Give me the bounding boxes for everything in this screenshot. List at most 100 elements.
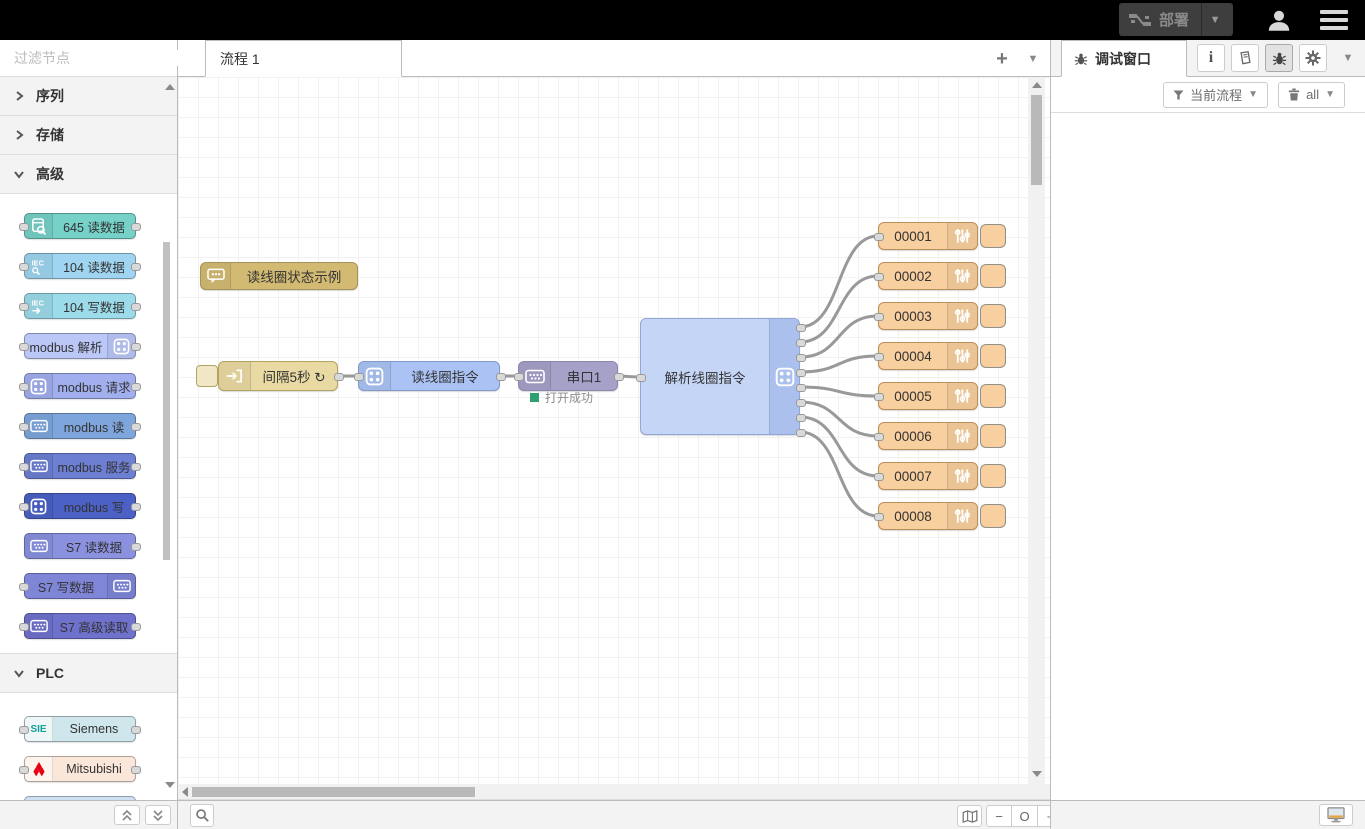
debug-input-port[interactable] [874, 433, 884, 441]
debug-input-port[interactable] [874, 313, 884, 321]
palette-scrollbar-thumb[interactable] [163, 242, 170, 560]
debug-node[interactable]: 00007 [878, 462, 978, 490]
debug-tab-button[interactable] [1265, 44, 1293, 72]
parser-output-port[interactable] [796, 369, 806, 377]
command-node[interactable]: 读线圈指令 [358, 361, 500, 391]
palette-node-104-write[interactable]: IEC 104 写数据 [24, 293, 136, 319]
debug-node[interactable]: 00003 [878, 302, 978, 330]
debug-input-port[interactable] [874, 473, 884, 481]
debug-toggle-button[interactable] [980, 384, 1006, 408]
serial-input-port[interactable] [514, 373, 524, 381]
category-advanced[interactable]: 高级 [0, 155, 177, 194]
parser-output-port[interactable] [796, 354, 806, 362]
parser-output-port[interactable] [796, 339, 806, 347]
palette-node-s7-read[interactable]: S7 读数据 [24, 533, 136, 559]
parser-node[interactable]: 解析线圈指令 [640, 318, 800, 435]
inject-button[interactable] [196, 365, 218, 387]
navigator-button[interactable] [957, 805, 982, 827]
help-tab-button[interactable] [1231, 44, 1259, 72]
scroll-down-icon[interactable] [1032, 771, 1042, 777]
main-menu-button[interactable] [1320, 8, 1352, 32]
palette-node-modbus-server[interactable]: modbus 服务 [24, 453, 136, 479]
chevron-right-icon [14, 130, 24, 140]
add-flow-button[interactable]: + [988, 45, 1016, 73]
command-input-port[interactable] [354, 373, 364, 381]
debug-node[interactable]: 00006 [878, 422, 978, 450]
debug-node[interactable]: 00001 [878, 222, 978, 250]
palette-node-645-read[interactable]: 645 读数据 [24, 213, 136, 239]
debug-node[interactable]: 00008 [878, 502, 978, 530]
open-console-button[interactable] [1319, 804, 1353, 826]
palette-node-modbus-write[interactable]: modbus 写 [24, 493, 136, 519]
debug-input-port[interactable] [874, 233, 884, 241]
debug-toggle-button[interactable] [980, 264, 1006, 288]
flow-tab[interactable]: 流程 1 [205, 40, 402, 77]
canvas-horizontal-scrollbar[interactable] [178, 784, 1050, 800]
palette-node-modbus-request[interactable]: modbus 请求 [24, 373, 136, 399]
sidebar-tabs-caret-icon[interactable]: ▼ [1337, 44, 1359, 72]
palette-node-siemens[interactable]: SIE Siemens [24, 716, 136, 742]
canvas-vscroll-thumb[interactable] [1031, 95, 1042, 185]
info-tab-button[interactable]: i [1197, 44, 1225, 72]
inject-node[interactable]: 间隔5秒 ↻ [218, 361, 338, 391]
canvas-search-button[interactable] [190, 804, 214, 827]
flow-canvas[interactable]: 读线圈状态示例 间隔5秒 ↻ 读线圈指令 串口1 打开成功 [178, 77, 1050, 784]
port [19, 583, 29, 591]
debug-input-port[interactable] [874, 513, 884, 521]
category-plc[interactable]: PLC [0, 654, 177, 693]
debug-node[interactable]: 00002 [878, 262, 978, 290]
flow-list-caret-icon[interactable]: ▼ [1022, 45, 1044, 73]
palette-search-input[interactable] [14, 50, 195, 66]
palette-node-s7-advanced-read[interactable]: S7 高级读取 [24, 613, 136, 639]
serial-output-port[interactable] [614, 373, 624, 381]
palette-scroll-down-icon[interactable] [165, 782, 175, 788]
meter-search-icon [25, 214, 53, 238]
scroll-up-icon[interactable] [1032, 82, 1042, 88]
zoom-out-button[interactable]: − [986, 805, 1012, 827]
debug-filter-button[interactable]: 当前流程 ▼ [1163, 82, 1268, 108]
debug-clear-button[interactable]: all ▼ [1278, 82, 1345, 108]
debug-input-port[interactable] [874, 353, 884, 361]
debug-messages-area[interactable] [1051, 113, 1365, 771]
parser-output-port[interactable] [796, 384, 806, 392]
debug-toggle-button[interactable] [980, 464, 1006, 488]
palette-node-s7-write[interactable]: S7 写数据 [24, 573, 136, 599]
palette-scroll-up-icon[interactable] [165, 84, 175, 90]
parser-output-port[interactable] [796, 429, 806, 437]
inject-output-port[interactable] [334, 373, 344, 381]
parser-output-port[interactable] [796, 414, 806, 422]
palette-node-104-read[interactable]: IEC 104 读数据 [24, 253, 136, 279]
debug-toggle-button[interactable] [980, 304, 1006, 328]
debug-input-port[interactable] [874, 393, 884, 401]
command-output-port[interactable] [496, 373, 506, 381]
palette-node-mitsubishi[interactable]: Mitsubishi [24, 756, 136, 782]
canvas-vertical-scrollbar[interactable] [1028, 77, 1045, 784]
wire [800, 356, 878, 372]
config-tab-button[interactable] [1299, 44, 1327, 72]
comment-node[interactable]: 读线圈状态示例 [200, 262, 358, 290]
palette-node-modbus-read[interactable]: modbus 读 [24, 413, 136, 439]
user-button[interactable] [1262, 4, 1296, 36]
deploy-button[interactable]: 部署 ▼ [1119, 3, 1233, 36]
parser-output-port[interactable] [796, 399, 806, 407]
palette-node-modbus-parse[interactable]: modbus 解析 [24, 333, 136, 359]
debug-toggle-button[interactable] [980, 504, 1006, 528]
collapse-all-button[interactable] [114, 805, 140, 825]
category-storage[interactable]: 存储 [0, 116, 177, 155]
zoom-reset-button[interactable]: O [1012, 805, 1038, 827]
parser-input-port[interactable] [636, 374, 646, 382]
category-sequence[interactable]: 序列 [0, 77, 177, 116]
parser-output-port[interactable] [796, 324, 806, 332]
debug-node[interactable]: 00004 [878, 342, 978, 370]
debug-toggle-button[interactable] [980, 224, 1006, 248]
expand-all-button[interactable] [145, 805, 171, 825]
canvas-hscroll-thumb[interactable] [192, 787, 475, 797]
debug-node[interactable]: 00005 [878, 382, 978, 410]
scroll-left-icon[interactable] [182, 787, 188, 797]
deploy-caret-icon[interactable]: ▼ [1202, 14, 1228, 26]
serial-node[interactable]: 串口1 [518, 361, 618, 391]
debug-toggle-button[interactable] [980, 344, 1006, 368]
debug-input-port[interactable] [874, 273, 884, 281]
debug-toggle-button[interactable] [980, 424, 1006, 448]
debug-window-tab[interactable]: 调试窗口 [1061, 40, 1187, 77]
